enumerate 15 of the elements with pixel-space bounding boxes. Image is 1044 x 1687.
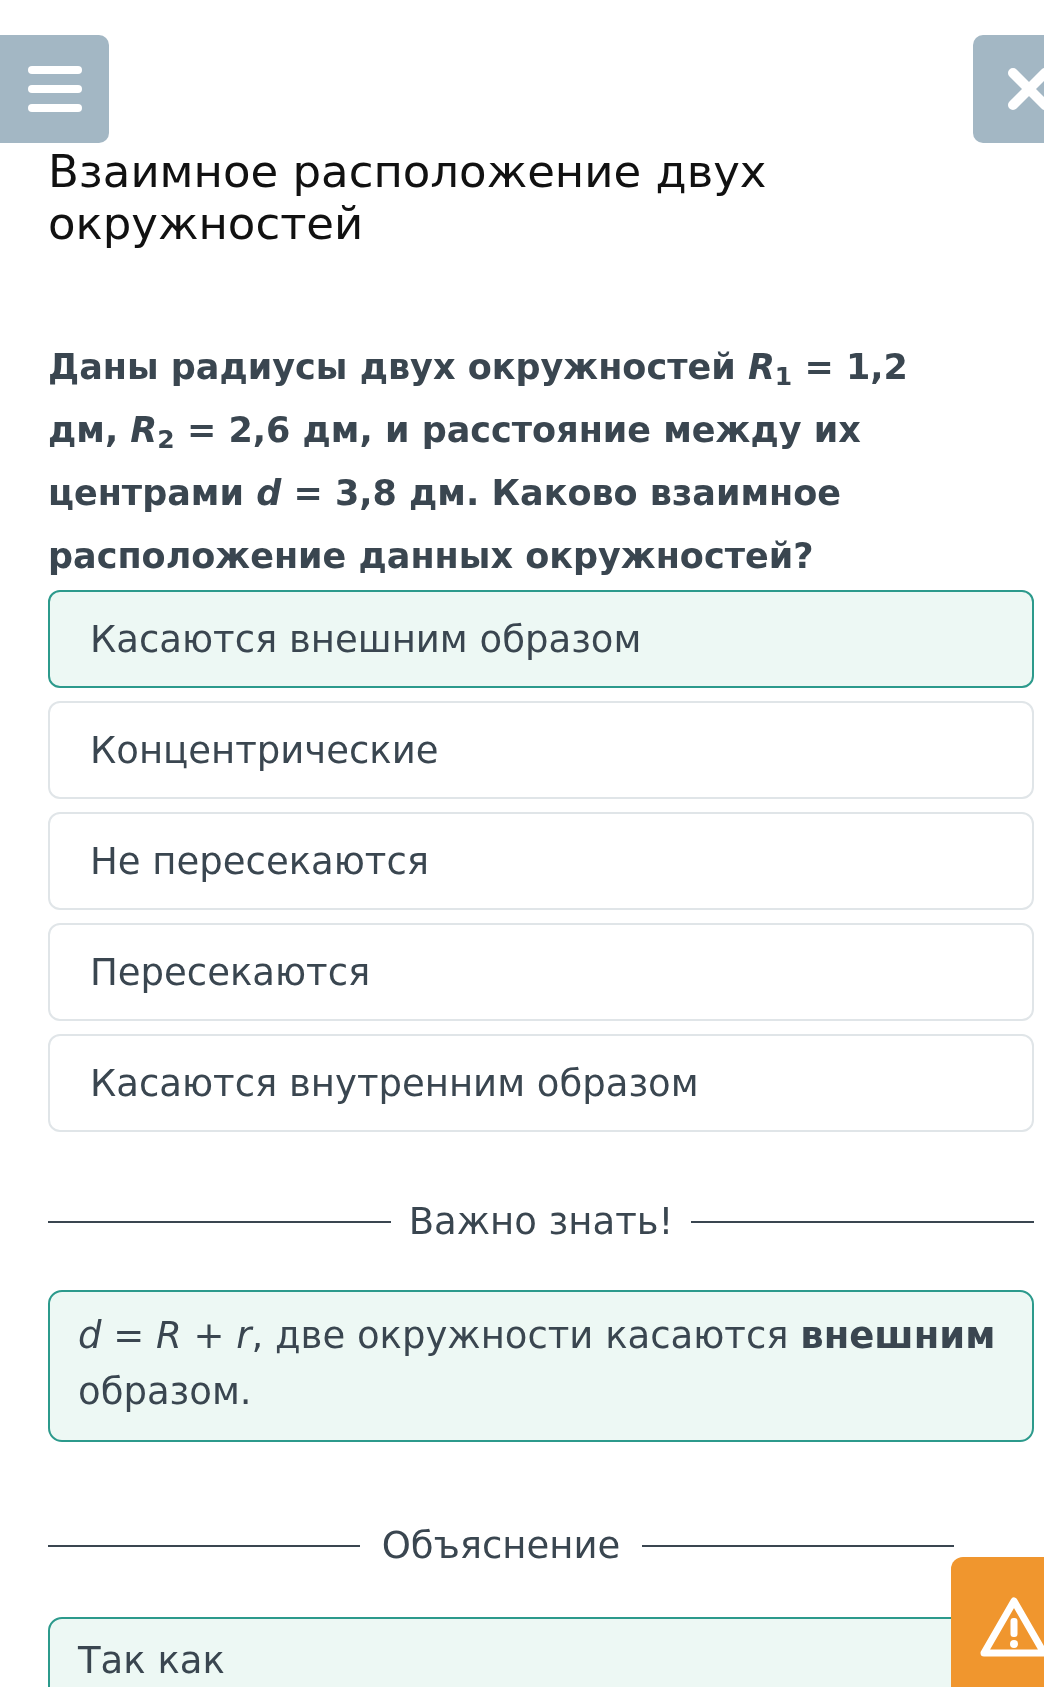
close-icon [1007,67,1044,111]
section-heading: Важно знать! [407,1199,675,1245]
answer-option[interactable]: Касаются внешним образом [48,590,1034,688]
warning-icon [979,1596,1044,1658]
answer-option[interactable]: Касаются внутренним образом [48,1034,1034,1132]
section-heading: Объяснение [380,1524,622,1567]
report-button[interactable] [951,1557,1044,1687]
info-box: d = R + r, две окружности касаются внешним образом. [48,1290,1034,1442]
menu-icon [27,66,82,112]
answer-option[interactable]: Не пересекаются [48,812,1034,910]
lesson-title: Взаимное расположение двух окружностей [48,146,768,250]
answer-option[interactable]: Концентрические [48,701,1034,799]
answer-option[interactable]: Пересекаются [48,923,1034,1021]
question-text: Даны радиусы двух окружностей R$_{1}$ = 1,2 дм, R$_{2}$ = 2,6 дм, и расстояние между их центрами d = 3,8 дм. Каково взаимное расположение данных окружностей? [48,346,909,578]
menu-button[interactable] [0,35,109,143]
